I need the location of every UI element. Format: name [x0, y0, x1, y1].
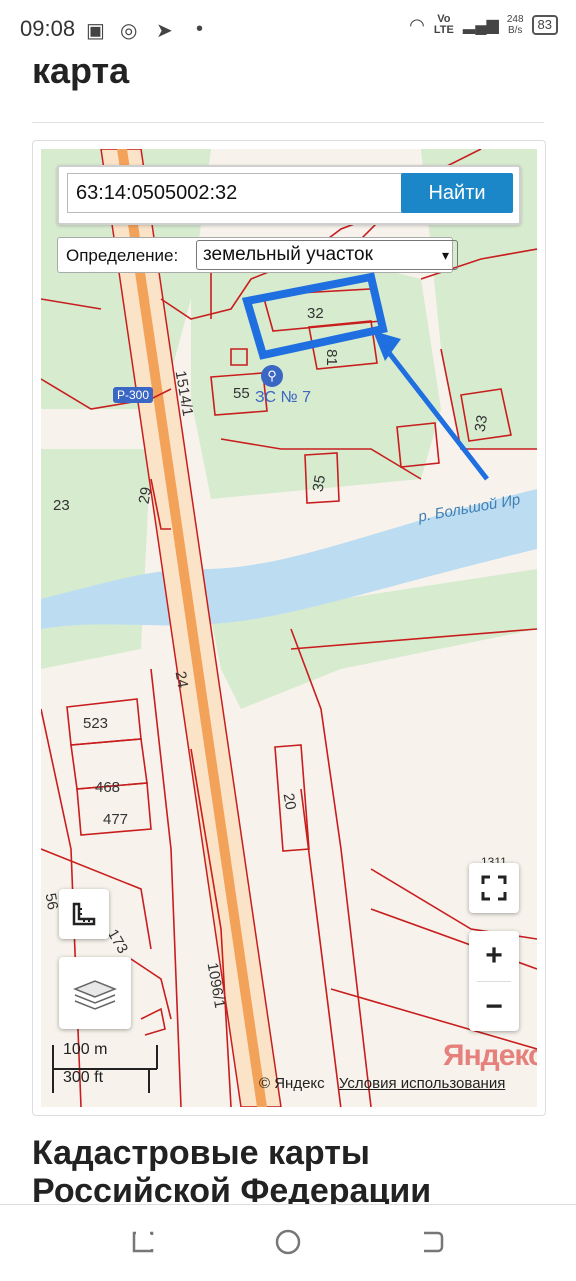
system-nav-bar: [0, 1204, 576, 1281]
layers-icon: [73, 980, 117, 1010]
recents-icon[interactable]: [128, 1227, 158, 1257]
terms-link[interactable]: Условия использования: [339, 1075, 506, 1092]
map-card: 32 81 55 33 35 23 29 1514/1 24 523 468 4…: [32, 140, 546, 1116]
network-type: Vo LTE: [433, 13, 454, 36]
page-heading: карта: [32, 50, 130, 91]
status-right: ◠ Vo LTE ▂▄▆ 248 B/s 83: [409, 14, 558, 36]
app-notification-icon: ▣: [86, 20, 105, 42]
fullscreen-button[interactable]: [469, 863, 519, 913]
scale-metric: 100 m: [63, 1041, 108, 1058]
status-time: 09:08: [20, 16, 76, 41]
location-arrow-icon: ➤: [156, 20, 173, 42]
whatsapp-icon: ◎: [120, 20, 138, 42]
layers-button[interactable]: [59, 957, 131, 1029]
section-heading: Кадастровые карты Российской Федерации: [32, 1134, 432, 1210]
back-icon[interactable]: [418, 1227, 448, 1257]
map-copyright: © Яндекс Условия использования: [259, 1075, 505, 1092]
wifi-icon: ◠: [409, 14, 425, 35]
cadastral-map[interactable]: 32 81 55 33 35 23 29 1514/1 24 523 468 4…: [41, 149, 537, 1107]
network-speed: 248 B/s: [507, 14, 524, 36]
ruler-icon: [72, 902, 96, 926]
dot-icon: •: [196, 18, 204, 40]
divider: [32, 122, 544, 123]
battery-icon: 83: [531, 15, 558, 35]
scale-bar: 100 m 300 ft: [49, 1041, 161, 1097]
ruler-button[interactable]: [59, 889, 109, 939]
scale-imperial: 300 ft: [63, 1069, 104, 1086]
signal-icon: ▂▄▆: [462, 17, 499, 34]
fullscreen-icon: [481, 875, 507, 901]
home-icon[interactable]: [273, 1227, 303, 1257]
zoom-out-button[interactable]: −: [469, 982, 519, 1032]
zoom-control: + −: [469, 931, 519, 1031]
speed-unit: B/s: [507, 25, 523, 36]
zoom-in-button[interactable]: +: [469, 931, 519, 981]
speed-value: 248: [506, 14, 524, 25]
yandex-logo: Яндекс: [443, 1039, 537, 1072]
copyright-text: © Яндекс: [259, 1075, 325, 1092]
